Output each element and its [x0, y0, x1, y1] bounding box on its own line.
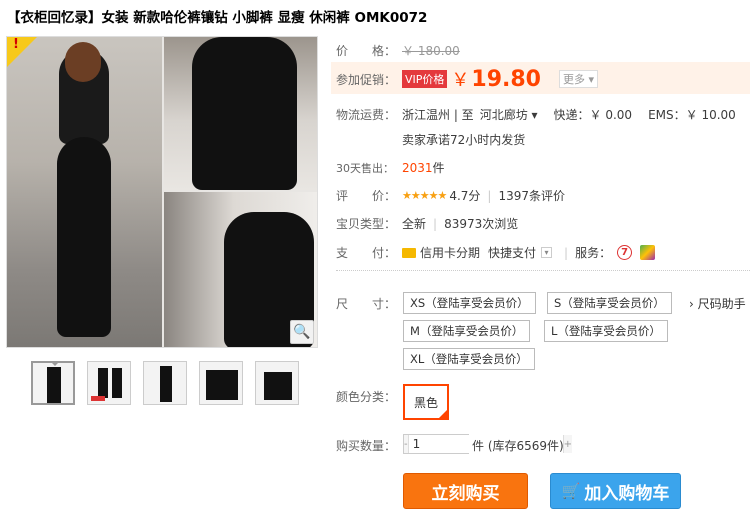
thumbnail-3[interactable] — [143, 361, 187, 405]
thumbnail-4[interactable] — [199, 361, 243, 405]
buy-now-button[interactable]: 立刻购买 — [403, 473, 528, 509]
section-divider — [336, 270, 750, 271]
sales-row: 30天售出： 2031 件 — [336, 159, 445, 176]
thumbnail-2[interactable] — [87, 361, 131, 405]
size-option-m[interactable]: M（登陆享受会员价） — [403, 320, 531, 342]
shipping-route: 浙江温州 | 至 — [402, 108, 474, 122]
item-type-row: 宝贝类型： 全新 | 83973次浏览 — [336, 216, 519, 232]
item-type-label: 宝贝类型： — [336, 217, 397, 231]
size-helper-link[interactable]: › 尺码助手 — [689, 295, 746, 312]
price-label: 价 格： — [336, 44, 397, 58]
thumbnail-5[interactable] — [255, 361, 299, 405]
color-option-black[interactable]: 黑色 — [403, 384, 449, 420]
color-label-row: 颜色分类： — [336, 388, 402, 405]
size-option-l[interactable]: L（登陆享受会员价） — [544, 320, 668, 342]
credit-installment[interactable]: 信用卡分期 — [420, 244, 480, 261]
shipping-label: 物流运费： — [336, 108, 397, 122]
rating-stars-icon: ★★★★★ — [402, 189, 447, 202]
item-condition: 全新 — [402, 217, 427, 231]
shipping-row: 物流运费： 浙江温州 | 至 河北廊坊 ▾ 快递：￥ 0.00 EMS：￥ 10… — [336, 106, 736, 123]
destination-select[interactable]: 河北廊坊 ▾ — [480, 106, 538, 123]
promo-price: ￥19.80 — [451, 67, 541, 92]
size-option-xl[interactable]: XL（登陆享受会员价） — [403, 348, 535, 370]
add-to-cart-button[interactable]: 🛒 加入购物车 — [550, 473, 681, 509]
credit-card-icon — [402, 247, 416, 258]
more-promos-button[interactable]: 更多 ▾ — [559, 70, 599, 88]
rating-label: 评 价： — [336, 189, 397, 203]
quantity-label: 购买数量： — [336, 439, 397, 453]
price-row: 价 格： ￥ 180.00 — [336, 42, 460, 59]
model-waist-photo — [164, 37, 317, 190]
thumbnail-1[interactable] — [31, 361, 75, 405]
model-full-photo — [7, 37, 162, 347]
quantity-stepper: - + — [403, 434, 572, 454]
cart-icon: 🛒 — [561, 482, 581, 500]
promo-label: 参加促销： — [336, 72, 397, 87]
main-product-image[interactable]: ! 🔍 — [6, 36, 318, 348]
ems-fee: EMS：￥ 10.00 — [648, 108, 736, 122]
magnifier-icon[interactable]: 🔍 — [290, 320, 314, 344]
payment-label: 支 付： — [336, 246, 397, 260]
alert-badge-icon: ! — [7, 37, 37, 67]
increment-button[interactable]: + — [563, 435, 572, 453]
sales-unit: 件 — [432, 161, 445, 175]
sales-label: 30天售出： — [336, 161, 394, 175]
service-label: 服务： — [575, 246, 612, 260]
quick-pay[interactable]: 快捷支付 — [488, 244, 536, 261]
rating-score: 4.7分 — [449, 189, 481, 203]
shipping-promise: 卖家承诺72小时内发货 — [402, 133, 526, 147]
sales-count: 2031 — [402, 160, 433, 175]
size-label-row: 尺 寸： — [336, 295, 402, 312]
guarantee-icon[interactable] — [640, 245, 656, 260]
color-label: 颜色分类： — [336, 390, 397, 404]
product-title: 【衣柜回忆录】女装 新款哈伦裤镶钻 小脚裤 显瘦 休闲裤 OMK0072 — [7, 10, 428, 26]
rating-row: 评 价： ★★★★★ 4.7分 | 1397条评价 — [336, 187, 565, 204]
stock-info: 件 (库存6569件) — [472, 439, 564, 453]
vip-price-tag: VIP价格 — [402, 70, 448, 88]
promo-row: 参加促销： VIP价格 ￥19.80 更多 ▾ — [336, 66, 599, 92]
quantity-label-row: 购买数量： — [336, 437, 402, 454]
size-label: 尺 寸： — [336, 297, 397, 311]
seven-day-return-icon[interactable]: 7 — [617, 245, 633, 260]
express-fee: 快递：￥ 0.00 — [553, 108, 633, 122]
thumbnail-strip — [31, 361, 299, 405]
size-option-xs[interactable]: XS（登陆享受会员价） — [403, 292, 536, 314]
original-price: ￥ 180.00 — [402, 44, 460, 58]
view-count: 83973次浏览 — [444, 217, 519, 231]
payment-row: 支 付： 信用卡分期 快捷支付 ▾ | 服务： 7 — [336, 244, 656, 261]
review-count-link[interactable]: 1397条评价 — [498, 187, 565, 204]
size-option-s[interactable]: S（登陆享受会员价） — [547, 292, 672, 314]
chevron-down-icon[interactable]: ▾ — [541, 247, 553, 258]
